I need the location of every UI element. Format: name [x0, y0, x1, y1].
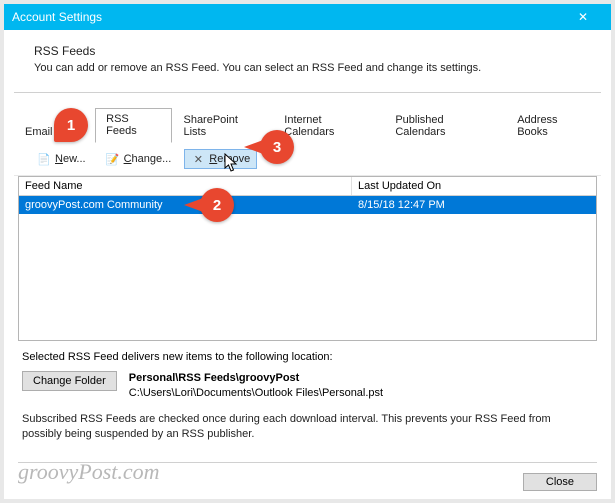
cursor-icon [224, 153, 240, 175]
tab-strip: Email es RSS Feeds SharePoint Lists Inte… [14, 107, 601, 143]
tab-rss-feeds[interactable]: RSS Feeds [95, 108, 172, 143]
delivery-path-plain: C:\Users\Lori\Documents\Outlook Files\Pe… [129, 386, 383, 401]
delivery-intro: Selected RSS Feed delivers new items to … [22, 351, 593, 363]
callout-2: 2 [200, 188, 234, 222]
close-button[interactable]: Close [523, 473, 597, 491]
page-description: You can add or remove an RSS Feed. You c… [34, 62, 593, 74]
page-title: RSS Feeds [34, 44, 593, 58]
tab-address-books[interactable]: Address Books [506, 109, 601, 143]
delivery-section: Selected RSS Feed delivers new items to … [4, 341, 611, 449]
new-button[interactable]: 📄 New... [30, 149, 93, 169]
column-last-updated[interactable]: Last Updated On [352, 177, 596, 195]
change-label: Change... [124, 153, 172, 165]
change-icon: 📝 [106, 152, 120, 166]
change-folder-button[interactable]: Change Folder [22, 371, 117, 391]
subscription-note: Subscribed RSS Feeds are checked once du… [22, 412, 593, 442]
cell-last-updated: 8/15/18 12:47 PM [352, 196, 596, 214]
table-row[interactable]: groovyPost.com Community 8/15/18 12:47 P… [19, 196, 596, 214]
tab-published-calendars[interactable]: Published Calendars [384, 109, 506, 143]
callout-1: 1 [54, 108, 88, 142]
change-button[interactable]: 📝 Change... [99, 149, 179, 169]
header-section: RSS Feeds You can add or remove an RSS F… [4, 30, 611, 92]
column-feed-name[interactable]: Feed Name [19, 177, 352, 195]
delivery-path-bold: Personal\RSS Feeds\groovyPost [129, 371, 383, 386]
titlebar: Account Settings ✕ [4, 4, 611, 30]
new-icon: 📄 [37, 152, 51, 166]
close-icon: ✕ [578, 10, 588, 24]
new-label: New... [55, 153, 86, 165]
window-title: Account Settings [12, 10, 102, 24]
tab-sharepoint-lists[interactable]: SharePoint Lists [172, 109, 273, 143]
divider [14, 92, 601, 93]
window-close-button[interactable]: ✕ [563, 4, 603, 30]
feed-list: Feed Name Last Updated On groovyPost.com… [18, 176, 597, 341]
list-header: Feed Name Last Updated On [19, 177, 596, 196]
callout-3: 3 [260, 130, 294, 164]
footer: Close [18, 462, 597, 491]
delivery-path: Personal\RSS Feeds\groovyPost C:\Users\L… [129, 371, 383, 402]
remove-icon: ✕ [191, 152, 205, 166]
toolbar: 📄 New... 📝 Change... ✕ Remove [14, 143, 601, 176]
